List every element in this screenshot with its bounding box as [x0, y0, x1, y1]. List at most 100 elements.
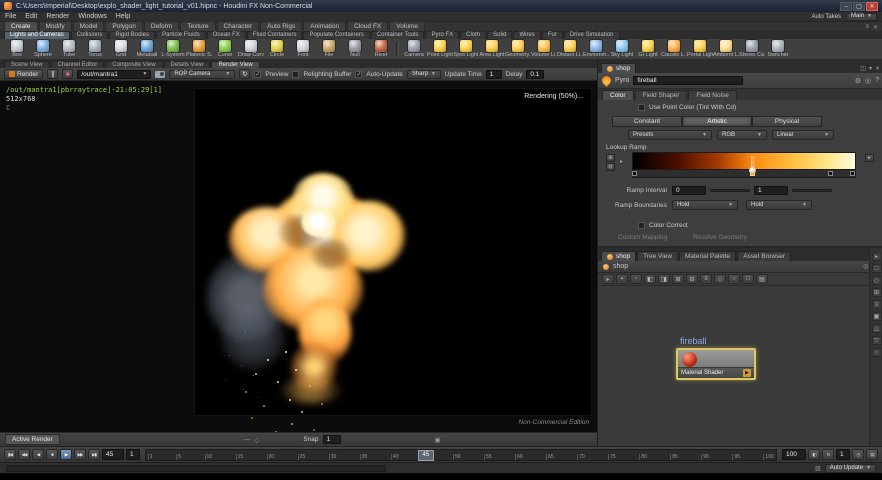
menu-item[interactable]: File	[5, 13, 16, 20]
shelf-subtab[interactable]: Particle Fluids	[156, 31, 206, 39]
shelf-tool[interactable]: Ambient L...	[713, 40, 739, 58]
relighting-checkbox[interactable]	[292, 71, 299, 78]
ramp-remove-button[interactable]: ⊟	[606, 163, 615, 171]
camera-selector[interactable]: ROP Camera▼	[169, 70, 235, 79]
network-tab[interactable]: Asset Browser	[737, 251, 791, 261]
network-toolbar-icon[interactable]: ▤	[756, 274, 768, 284]
pane-tab[interactable]: Render View	[211, 61, 259, 68]
shelf-tool[interactable]: GI Light	[635, 40, 661, 58]
pause-button[interactable]: ∥	[47, 69, 58, 79]
close-button[interactable]: ✕	[866, 2, 878, 11]
presets-dropdown[interactable]: Presets▼	[628, 130, 712, 140]
shop-node[interactable]: Material Shader ▶	[676, 348, 756, 380]
shelf-subtab[interactable]: Pyro FX	[425, 31, 459, 39]
shelf-tool[interactable]: File	[316, 40, 342, 58]
transport-button[interactable]: ▮◀	[4, 449, 16, 460]
network-toolbar-icon[interactable]: ≡	[700, 274, 712, 284]
shelf-tab[interactable]: Modify	[39, 21, 72, 31]
shelf-subtab[interactable]: Fluid Containers	[247, 31, 303, 39]
ramp-end-button[interactable]: ▸	[865, 154, 874, 162]
minimize-button[interactable]: –	[840, 2, 852, 11]
shelf-tool[interactable]: Spot Light	[453, 40, 479, 58]
gear-icon[interactable]: ⚙	[855, 77, 861, 85]
step-field[interactable]: 1	[836, 449, 850, 460]
shelf-tool[interactable]: Torus	[82, 40, 108, 58]
interpolation-dropdown[interactable]: Linear▼	[772, 130, 834, 140]
network-toolbar-icon[interactable]: ◧	[644, 274, 656, 284]
shelf-tab[interactable]: Cloud FX	[347, 21, 388, 31]
transport-button[interactable]: ◀	[32, 449, 44, 460]
shelf-tool[interactable]: Stereo Ca...	[739, 40, 765, 58]
shelf-tab[interactable]: Polygon	[105, 21, 143, 31]
ramp-add-button[interactable]: ⊞	[606, 154, 615, 162]
shelf-tab[interactable]: Model	[73, 21, 105, 31]
ramp-marker[interactable]	[828, 171, 833, 176]
help-icon[interactable]: ?	[875, 77, 879, 85]
network-canvas[interactable]: fireball Material Shader ▶	[598, 286, 869, 446]
menu-item[interactable]: Help	[116, 13, 130, 20]
menu-item[interactable]: Windows	[78, 13, 106, 20]
network-toolbar-icon[interactable]: ◇	[714, 274, 726, 284]
shelf-tool[interactable]: Null	[342, 40, 368, 58]
preview-checkbox[interactable]: ✓	[254, 71, 261, 78]
render-viewport[interactable]: Rendering (50%)... /out/mantra1[pbrraytr…	[0, 81, 597, 432]
shelf-tab[interactable]: Texture	[180, 21, 215, 31]
shelf-tool[interactable]: Camera	[401, 40, 427, 58]
shelf-tool[interactable]: Point Light	[427, 40, 453, 58]
shelf-subtab[interactable]: Fur	[542, 31, 563, 39]
side-toolbar-icon[interactable]: □	[872, 264, 882, 273]
shelf-close-icon[interactable]: ✕	[873, 24, 878, 31]
menu-item[interactable]: Edit	[25, 13, 37, 20]
color-correct-checkbox[interactable]	[638, 222, 645, 229]
network-toolbar-icon[interactable]: □	[742, 274, 754, 284]
shelf-subtab[interactable]: Wires	[513, 31, 540, 39]
shelf-tool[interactable]: Metaball	[134, 40, 160, 58]
sharp-selector[interactable]: Sharp▼	[407, 70, 441, 79]
network-pane-tab[interactable]: shop	[601, 251, 636, 261]
shelf-tool[interactable]: Distant Li...	[557, 40, 583, 58]
stop-button[interactable]: ■	[62, 69, 73, 79]
shelf-tool[interactable]: Grid	[108, 40, 134, 58]
network-tab[interactable]: Material Palette	[679, 251, 736, 261]
param-folder-tab[interactable]: Field Noise	[688, 90, 737, 100]
pane-menu-icon[interactable]: ▾	[869, 65, 872, 72]
shelf-tool[interactable]: Curve	[212, 40, 238, 58]
shelf-tab[interactable]: Volume	[389, 21, 425, 31]
color-mode-button[interactable]: Physical	[752, 116, 822, 127]
boundary-left-dropdown[interactable]: Hold▼	[672, 200, 738, 210]
network-toolbar-icon[interactable]: ○	[728, 274, 740, 284]
side-toolbar-icon[interactable]: ⊞	[872, 288, 882, 297]
range-icon[interactable]: ◧	[808, 449, 820, 460]
transport-button[interactable]: ▶	[60, 449, 72, 460]
shelf-menu-icon[interactable]: ≡	[865, 24, 869, 31]
delay-field[interactable]: 0.1	[526, 70, 544, 79]
shelf-tool[interactable]: Area Light	[479, 40, 505, 58]
timeline-ruler[interactable]: 1510152025303540455055606570758085909510…	[145, 449, 777, 461]
shelf-tool[interactable]: Portal Light	[687, 40, 713, 58]
shelf-tab[interactable]: Deform	[144, 21, 179, 31]
maximize-button[interactable]: ▢	[853, 2, 865, 11]
shelf-tool[interactable]: Rivet	[368, 40, 394, 58]
node-output-flag[interactable]: ▶	[743, 369, 751, 377]
shelf-tab[interactable]: Auto Rigs	[260, 21, 302, 31]
diamond-icon[interactable]: ◇	[254, 436, 259, 444]
colorspace-dropdown[interactable]: RGB▼	[717, 130, 767, 140]
dopesheet-icon[interactable]: ▤	[866, 449, 878, 460]
ramp-interval-max-slider[interactable]	[792, 189, 832, 192]
boundary-right-dropdown[interactable]: Hold▼	[746, 200, 812, 210]
shelf-subtab[interactable]: Drive Simulation	[564, 31, 620, 39]
pane-tab[interactable]: Channel Editor	[51, 61, 105, 68]
network-toolbar-icon[interactable]: ⊞	[672, 274, 684, 284]
shelf-tool[interactable]: Platonic S...	[186, 40, 212, 58]
end-frame-field[interactable]: 100	[782, 449, 806, 460]
network-toolbar-icon[interactable]: ▪	[616, 274, 628, 284]
minus-icon[interactable]: —	[244, 436, 251, 443]
auto-update-mode[interactable]: Auto Update▼	[825, 464, 876, 473]
ramp-interval-min-field[interactable]: 0	[672, 186, 706, 195]
shelf-subtab[interactable]: Lights and Cameras	[4, 31, 70, 39]
pane-tab[interactable]: Details View	[164, 61, 211, 68]
shelf-subtab[interactable]: Populate Containers	[303, 31, 369, 39]
network-toolbar-icon[interactable]: ▫	[630, 274, 642, 284]
shelf-tab[interactable]: Create	[4, 21, 38, 31]
snapshot-icon[interactable]: ▣	[435, 436, 441, 444]
